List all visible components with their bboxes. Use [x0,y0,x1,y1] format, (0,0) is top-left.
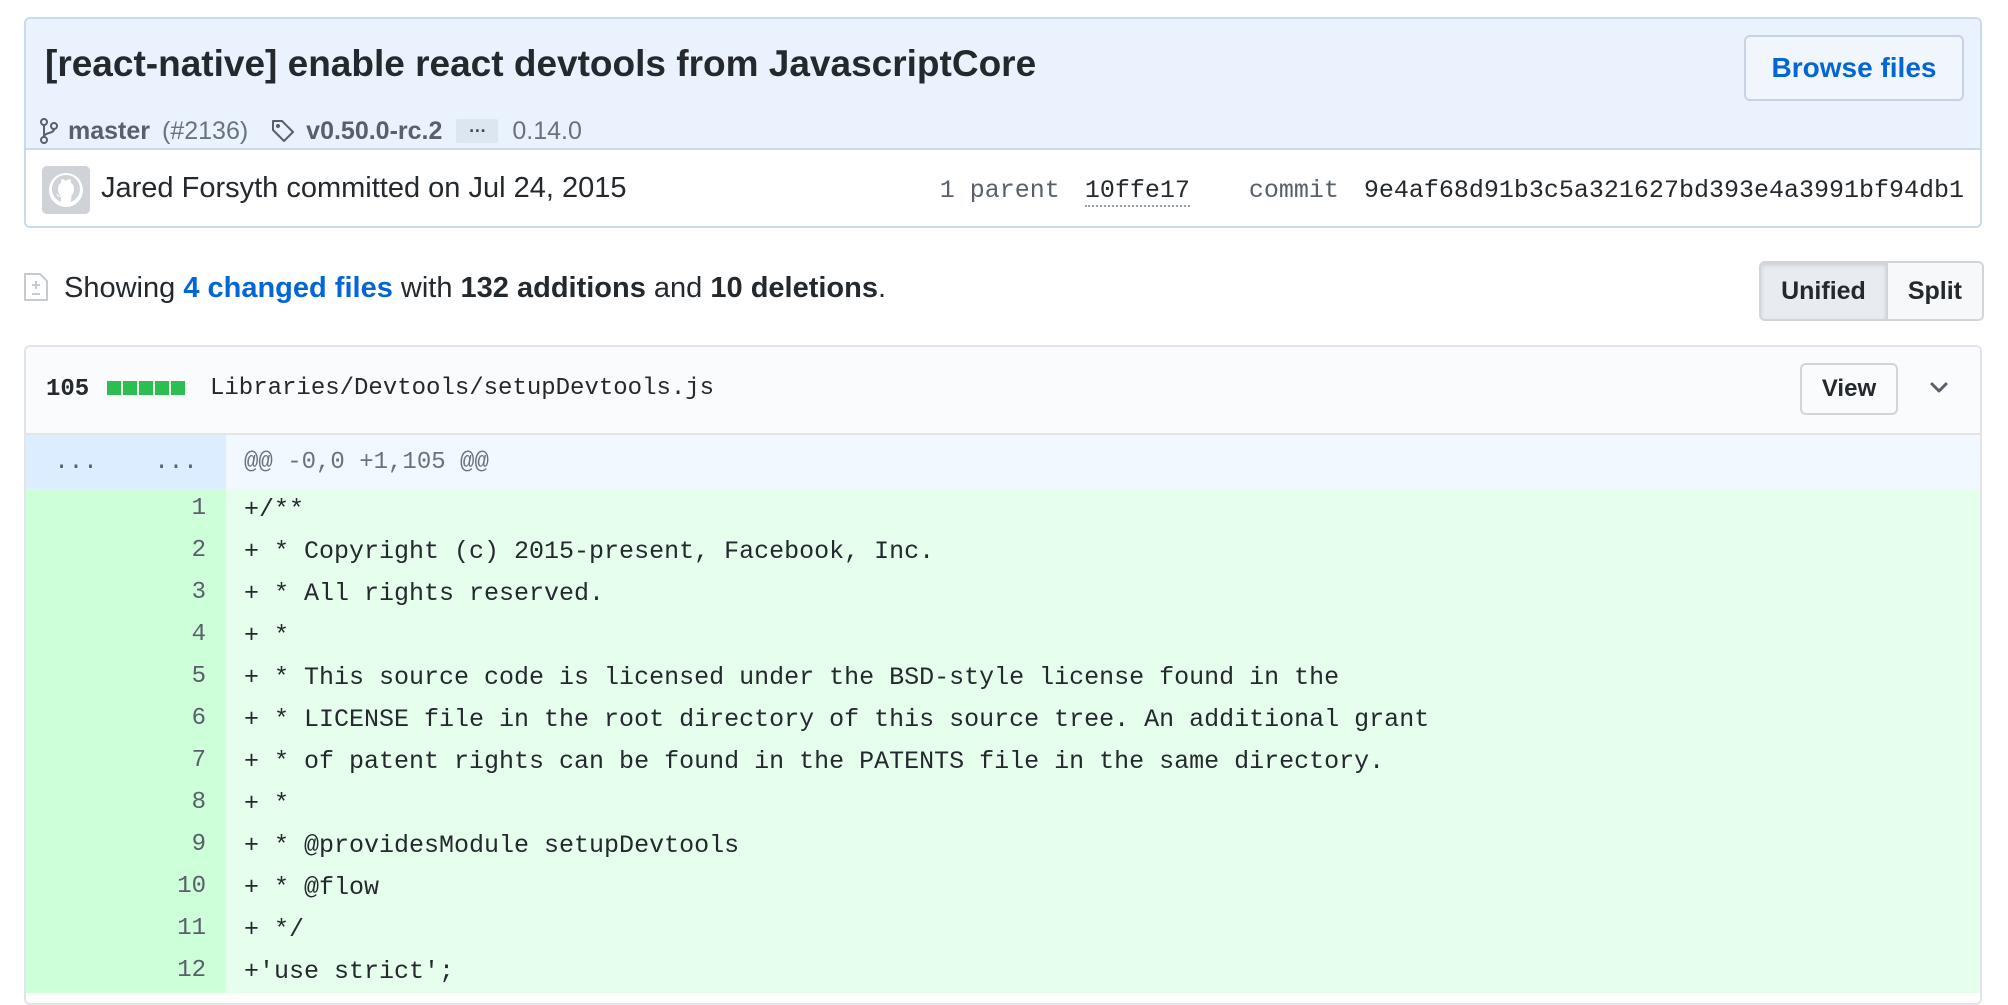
changed-files-link[interactable]: 4 changed files [183,272,393,305]
hunk-header-row: ... ... @@ -0,0 +1,105 @@ [26,435,1980,489]
hunk-new-ellipsis: ... [154,448,198,476]
new-line-number[interactable]: 10 [126,867,226,909]
old-line-number[interactable] [26,867,126,909]
code-content: + */ [244,915,305,944]
old-line-number[interactable] [26,909,126,951]
old-line-number[interactable] [26,783,126,825]
code-content: + * [244,789,290,818]
diff-line: 7 + * of patent rights can be found in th… [26,741,1980,783]
summary-with: with [400,271,453,304]
code-content: +/** [244,495,305,524]
new-line-number[interactable]: 6 [126,699,226,741]
old-line-number[interactable] [26,699,126,741]
commit-header: [react-native] enable react devtools fro… [24,17,1982,228]
new-line-number[interactable]: 11 [126,909,226,951]
old-line-number[interactable] [26,615,126,657]
summary-and: and [653,271,703,304]
code-content: + * LICENSE file in the root directory o… [244,705,1430,734]
hunk-header: @@ -0,0 +1,105 @@ [244,448,489,476]
new-line-number[interactable]: 2 [126,531,226,573]
diff-line: 2 + * Copyright (c) 2015-present, Faceboo… [26,531,1980,573]
pull-request-link[interactable]: (#2136) [162,117,248,146]
older-tag-link[interactable]: 0.14.0 [512,117,582,146]
old-line-number[interactable] [26,531,126,573]
diff-line: 8 + * [26,783,1980,825]
old-line-number[interactable] [26,489,126,531]
code-content: + * All rights reserved. [244,579,605,608]
commit-title-area: [react-native] enable react devtools fro… [26,19,1980,150]
commit-sha: 9e4af68d91b3c5a321627bd393e4a3991bf94db1 [1363,176,1964,205]
avatar[interactable] [42,166,90,214]
diff-line: 3 + * All rights reserved. [26,573,1980,615]
browse-files-button[interactable]: Browse files [1744,35,1964,101]
new-line-number[interactable]: 4 [126,615,226,657]
new-line-number[interactable]: 1 [126,489,226,531]
chevron-down-icon[interactable] [1926,375,1952,401]
tag-icon [270,118,296,144]
code-content: + * [244,621,290,650]
diffstat-bar [107,381,187,395]
new-line-number[interactable]: 12 [126,951,226,993]
ellipsis-expander[interactable]: … [456,117,499,143]
code-content: +'use strict'; [244,957,455,986]
old-line-number[interactable] [26,825,126,867]
old-line-number[interactable] [26,741,126,783]
tag-link[interactable]: v0.50.0-rc.2 [306,117,442,146]
code-lines: 1 +/** 2 + * Copyright (c) 2015-present, Fa… [26,489,1980,993]
commit-title: [react-native] enable react devtools fro… [45,43,1037,84]
view-file-button[interactable]: View [1800,363,1898,415]
code-content: + * This source code is licensed under t… [244,663,1340,692]
diff-line: 6 + * LICENSE file in the root directory … [26,699,1980,741]
summary-showing: Showing [64,271,176,304]
commit-sha-block: 1 parent 10ffe17 commit 9e4af68d91b3c5a3… [939,176,1964,207]
file-diff: 105 Libraries/Devtools/setupDevtools.js … [24,345,1982,1005]
file-change-count: 105 [46,376,90,403]
diff-line: 5 + * This source code is licensed under … [26,657,1980,699]
new-line-number[interactable]: 9 [126,825,226,867]
git-branch-icon [40,118,58,144]
unified-button[interactable]: Unified [1761,263,1888,319]
old-line-number[interactable] [26,951,126,993]
file-diff-icon [22,271,50,308]
additions-count: 132 additions [460,271,646,304]
new-line-number[interactable]: 8 [126,783,226,825]
old-line-number[interactable] [26,573,126,615]
split-button[interactable]: Split [1887,263,1982,319]
diff-line: 1 +/** [26,489,1980,531]
diff-line: 12 +'use strict'; [26,951,1980,993]
hunk-expander[interactable]: ... ... [26,435,226,489]
diff-summary: Showing 4 changed files with 132 additio… [64,268,886,308]
file-path-link[interactable]: Libraries/Devtools/setupDevtools.js [210,375,714,402]
new-line-number[interactable]: 5 [126,657,226,699]
old-line-number[interactable] [26,657,126,699]
branch-link[interactable]: master [68,117,150,146]
author-line: Jared Forsyth committed on Jul 24, 2015 [101,172,627,204]
diff-view-toggle: Unified Split [1759,261,1984,321]
deletions-count: 10 deletions [710,271,878,304]
new-line-number[interactable]: 7 [126,741,226,783]
file-header: 105 Libraries/Devtools/setupDevtools.js … [26,347,1980,435]
diff-line: 10 + * @flow [26,867,1980,909]
code-content: + * @flow [244,873,380,902]
commit-meta: Jared Forsyth committed on Jul 24, 2015 … [26,150,1980,226]
code-content: + * Copyright (c) 2015-present, Facebook… [244,537,935,566]
diff-line: 4 + * [26,615,1980,657]
diff-line: 11 + */ [26,909,1980,951]
diff-line: 9 + * @providesModule setupDevtools [26,825,1980,867]
parent-sha-link[interactable]: 10ffe17 [1084,176,1190,207]
commit-branch-row: master (#2136) v0.50.0-rc.2 … 0.14.0 [40,113,582,149]
parent-label: 1 parent [939,176,1060,205]
commit-label: commit [1248,176,1339,205]
code-content: + * of patent rights can be found in the… [244,747,1385,776]
code-content: + * @providesModule setupDevtools [244,831,740,860]
hunk-old-ellipsis: ... [54,448,98,476]
summary-period: . [878,271,887,304]
new-line-number[interactable]: 3 [126,573,226,615]
